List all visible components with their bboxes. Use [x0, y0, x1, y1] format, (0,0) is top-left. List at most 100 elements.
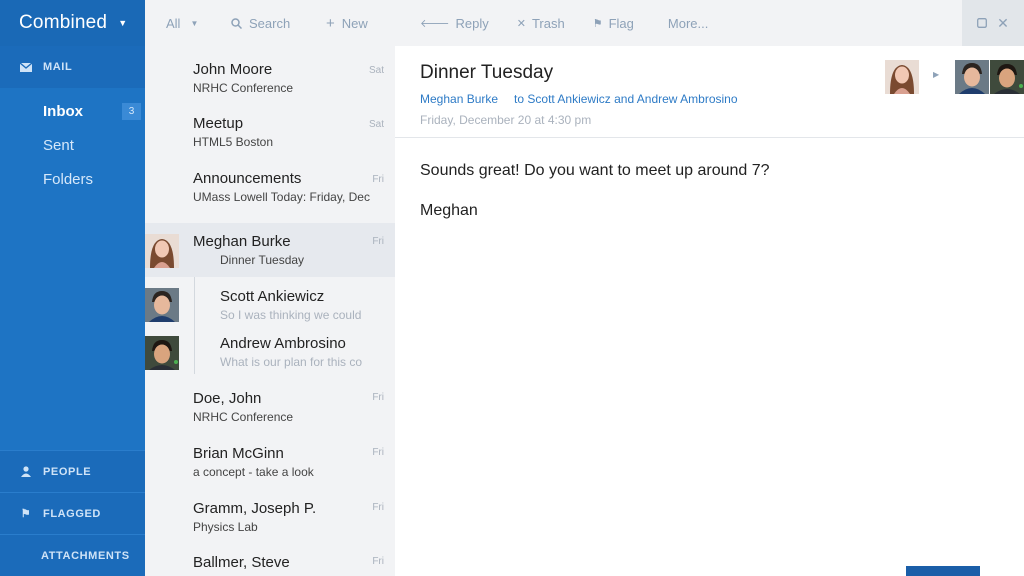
list-item[interactable]: Brian McGinn a concept - take a look Fri: [145, 445, 395, 495]
message-header: Dinner Tuesday Meghan Burke to Scott Anki…: [395, 46, 1024, 138]
sidebar-item-folders[interactable]: Folders: [0, 162, 145, 196]
message-sender: Meghan Burke: [193, 233, 291, 250]
person-icon: [19, 466, 33, 477]
list-item-selected[interactable]: Meghan Burke Dinner Tuesday Fri: [145, 223, 395, 277]
message-subject: a concept - take a look: [193, 465, 314, 479]
account-name: Combined: [19, 12, 108, 33]
message-preview: What is our plan for this co: [220, 355, 363, 369]
avatar: [145, 234, 179, 268]
sidebar: Combined ▼ MAIL Inbox 3 Sent Folders PEO…: [0, 0, 145, 576]
sidebar-section-people[interactable]: PEOPLE: [0, 450, 145, 492]
sidebar-section-mail[interactable]: MAIL: [0, 46, 145, 88]
message-date: Sat: [368, 119, 384, 130]
message-subject: HTML5 Boston: [193, 135, 274, 149]
message-sender: Meetup: [193, 115, 244, 132]
avatar[interactable]: [885, 60, 919, 94]
search-icon: [231, 17, 242, 29]
flag-icon: ⚑: [592, 17, 603, 30]
list-item-thread[interactable]: Scott Ankiewicz So I was thinking we cou…: [145, 288, 395, 332]
sender-link[interactable]: Meghan Burke: [420, 92, 498, 106]
list-item[interactable]: Gramm, Joseph P. Physics Lab Fri: [145, 500, 395, 550]
list-item[interactable]: Ballmer, Steve Fri: [145, 554, 395, 576]
window-controls: ✕: [962, 0, 1024, 46]
new-message-button[interactable]: + New: [326, 15, 368, 32]
list-item-thread[interactable]: Andrew Ambrosino What is our plan for th…: [145, 335, 395, 379]
message-body: Sounds great! Do you want to meet up aro…: [395, 138, 1024, 266]
message-date: Fri: [372, 502, 384, 513]
message-recipients: Meghan Burke to Scott Ankiewicz and Andre…: [420, 92, 738, 106]
message-subject: NRHC Conference: [193, 410, 294, 424]
message-sender: Doe, John: [193, 390, 262, 407]
sidebar-section-flagged-label: FLAGGED: [43, 507, 101, 520]
trash-button[interactable]: ✕ Trash: [517, 16, 565, 31]
envelope-icon: [19, 62, 33, 72]
plus-icon: +: [326, 14, 335, 32]
recipients-link[interactable]: to Scott Ankiewicz and Andrew Ambrosino: [514, 92, 737, 106]
sidebar-item-inbox[interactable]: Inbox 3: [0, 94, 145, 128]
reply-arrow-icon: 🡐: [420, 18, 450, 30]
message-date: Fri: [372, 392, 384, 403]
unread-count-badge: 3: [122, 102, 141, 120]
more-button[interactable]: More...: [668, 16, 708, 31]
compose-bar[interactable]: [906, 566, 980, 576]
maximize-icon[interactable]: [977, 15, 988, 31]
message-date: Fri: [372, 447, 384, 458]
avatar[interactable]: [955, 60, 989, 94]
message-subject: Physics Lab: [193, 520, 258, 534]
avatar: [145, 288, 179, 322]
message-signature: Meghan: [420, 202, 478, 219]
reader-toolbar: 🡐 Reply ✕ Trash ⚑ Flag More... ✕: [395, 0, 1024, 46]
sidebar-section-mail-label: MAIL: [43, 61, 73, 73]
message-subject: UMass Lowell Today: Friday, Dec: [193, 190, 370, 204]
avatar[interactable]: [990, 60, 1024, 94]
reading-pane: 🡐 Reply ✕ Trash ⚑ Flag More... ✕ Dinner …: [395, 0, 1024, 576]
message-subject: Dinner Tuesday: [220, 253, 305, 267]
new-label: New: [341, 15, 368, 31]
list-item[interactable]: Announcements UMass Lowell Today: Friday…: [145, 170, 395, 220]
trash-label: Trash: [531, 15, 565, 31]
message-list: All ▼ Search + New John Moore NRHC Confe…: [145, 0, 395, 576]
message-date: Sat: [368, 65, 384, 76]
message-date: Fri: [372, 174, 384, 185]
message-sender: John Moore: [193, 61, 273, 78]
close-icon[interactable]: ✕: [997, 15, 1009, 32]
chevron-down-icon: ▼: [118, 18, 128, 28]
sidebar-item-label: Inbox: [43, 102, 83, 120]
sidebar-item-label: Folders: [43, 170, 94, 188]
message-date: Friday, December 20 at 4:30 pm: [420, 113, 592, 127]
list-item[interactable]: John Moore NRHC Conference Sat: [145, 61, 395, 111]
sidebar-item-label: Sent: [43, 136, 74, 154]
sidebar-section-attachments[interactable]: ATTACHMENTS: [0, 534, 145, 576]
message-preview: So I was thinking we could: [220, 308, 362, 322]
sidebar-section-people-label: PEOPLE: [43, 465, 92, 478]
sidebar-section-flagged[interactable]: ⚑ FLAGGED: [0, 492, 145, 534]
search-button[interactable]: Search: [231, 16, 326, 31]
message-sender: Brian McGinn: [193, 445, 284, 462]
filter-dropdown[interactable]: All ▼: [145, 16, 231, 31]
message-date: Fri: [372, 556, 384, 567]
sidebar-section-attachments-label: ATTACHMENTS: [41, 549, 130, 562]
flag-label: Flag: [608, 15, 634, 31]
message-subject: NRHC Conference: [193, 81, 294, 95]
list-toolbar: All ▼ Search + New: [145, 0, 395, 46]
flag-button[interactable]: ⚑ Flag: [593, 16, 634, 31]
sidebar-item-sent[interactable]: Sent: [0, 128, 145, 162]
more-label: More...: [667, 15, 709, 31]
avatar: [145, 336, 179, 370]
message-title: Dinner Tuesday: [420, 62, 554, 83]
list-item[interactable]: Doe, John NRHC Conference Fri: [145, 390, 395, 440]
message-sender: Announcements: [193, 170, 302, 187]
message-body-text: Sounds great! Do you want to meet up aro…: [420, 162, 770, 179]
reply-button[interactable]: 🡐 Reply: [420, 16, 489, 31]
flag-icon: ⚑: [20, 508, 32, 520]
play-arrow-icon: ▶: [933, 70, 940, 79]
message-sender: Ballmer, Steve: [193, 554, 290, 571]
close-x-icon: ✕: [516, 17, 526, 30]
account-switcher[interactable]: Combined ▼: [0, 0, 145, 46]
search-label: Search: [249, 15, 291, 31]
message-sender: Gramm, Joseph P.: [193, 500, 317, 517]
chevron-down-icon: ▼: [190, 18, 199, 28]
list-item[interactable]: Meetup HTML5 Boston Sat: [145, 115, 395, 165]
filter-label: All: [166, 15, 181, 31]
message-sender: Scott Ankiewicz: [220, 288, 325, 305]
